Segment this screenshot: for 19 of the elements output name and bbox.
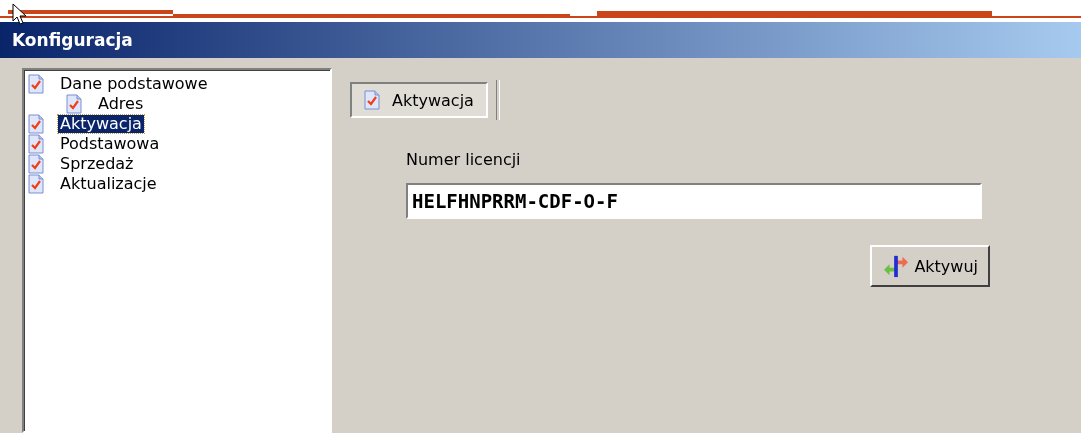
checked-document-icon xyxy=(28,114,44,134)
tree-item[interactable]: Dane podstawowe xyxy=(58,74,210,94)
activate-button[interactable]: Aktywuj xyxy=(870,245,990,287)
tree-item[interactable]: Podstawowa xyxy=(58,134,162,154)
checked-document-icon xyxy=(364,90,380,110)
window-title: Konfiguracja xyxy=(12,30,133,50)
arrows-icon xyxy=(882,254,911,278)
tree-item[interactable]: Aktualizacje xyxy=(58,174,159,194)
tree-item[interactable]: Aktywacja xyxy=(58,114,144,134)
tree-item[interactable]: Sprzedaż xyxy=(58,154,136,174)
tab[interactable]: Aktywacja xyxy=(350,82,488,118)
checked-document-icon xyxy=(28,74,44,94)
checked-document-icon xyxy=(66,94,82,114)
license-input-field[interactable]: HELFHNPRRM-CDF-O-F xyxy=(406,183,982,219)
checked-document-icon xyxy=(28,154,44,174)
tree-item[interactable]: Adres xyxy=(96,94,146,114)
field-label: Numer licencji xyxy=(406,150,522,169)
checked-document-icon xyxy=(28,134,44,154)
checked-document-icon xyxy=(28,174,44,194)
